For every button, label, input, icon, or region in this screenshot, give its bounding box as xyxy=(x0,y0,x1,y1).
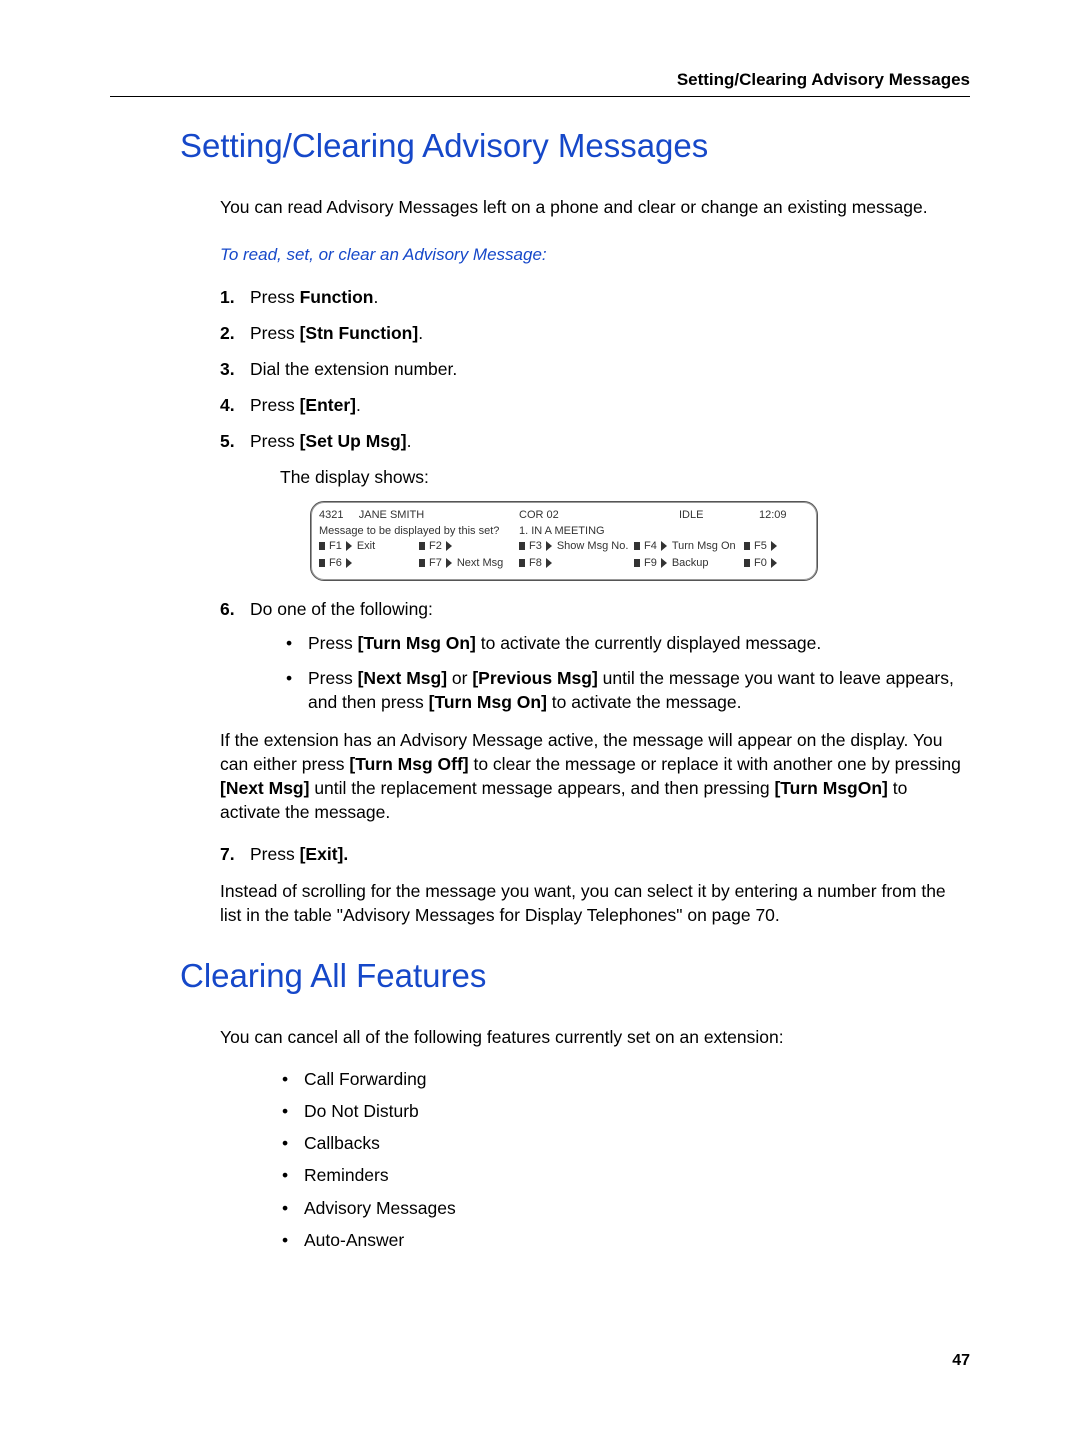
step-text: Press [Set Up Msg]. xyxy=(250,431,411,451)
display-prompt: Message to be displayed by this set? xyxy=(319,524,519,539)
softkey-f2: F2 xyxy=(419,539,457,554)
display-softkeys-row-2: F6 F7Next Msg F8 F9Backup F0 xyxy=(319,556,809,573)
section-heading-2: Clearing All Features xyxy=(180,957,970,995)
softkey-f5: F5 xyxy=(744,539,782,554)
square-icon xyxy=(419,542,425,550)
softkey-f6: F6 xyxy=(319,556,357,571)
square-icon xyxy=(319,559,325,567)
section-heading-1: Setting/Clearing Advisory Messages xyxy=(180,127,970,165)
feature-item: Auto-Answer xyxy=(278,1228,970,1252)
step-7: 7. Press [Exit]. xyxy=(220,842,970,866)
step-2: 2. Press [Stn Function]. xyxy=(220,321,970,345)
display-ext: 4321 xyxy=(319,509,343,521)
square-icon xyxy=(744,542,750,550)
section2-body: You can cancel all of the following feat… xyxy=(220,1025,970,1252)
square-icon xyxy=(634,542,640,550)
procedure-steps: 1. Press Function. 2. Press [Stn Functio… xyxy=(220,285,970,714)
feature-item: Advisory Messages xyxy=(278,1196,970,1220)
triangle-right-icon xyxy=(771,541,777,551)
step-text: Press [Stn Function]. xyxy=(250,323,423,343)
square-icon xyxy=(744,559,750,567)
step-5: 5. Press [Set Up Msg]. The display shows… xyxy=(220,429,970,581)
running-header-title: Setting/Clearing Advisory Messages xyxy=(110,70,970,90)
feature-item: Reminders xyxy=(278,1163,970,1187)
step-6-options: Press [Turn Msg On] to activate the curr… xyxy=(278,631,970,713)
triangle-right-icon xyxy=(661,541,667,551)
section2-intro: You can cancel all of the following feat… xyxy=(220,1025,970,1049)
square-icon xyxy=(519,542,525,550)
display-status: IDLE xyxy=(679,508,759,523)
softkey-f8: F8 xyxy=(519,556,557,571)
procedure-subheading: To read, set, or clear an Advisory Messa… xyxy=(220,243,970,266)
display-time: 12:09 xyxy=(759,508,809,523)
step-number: 6. xyxy=(220,597,235,621)
feature-item: Callbacks xyxy=(278,1131,970,1155)
step-4: 4. Press [Enter]. xyxy=(220,393,970,417)
softkey-f3: F3Show Msg No. xyxy=(519,539,628,554)
display-cor: COR 02 xyxy=(519,508,679,523)
intro-paragraph: You can read Advisory Messages left on a… xyxy=(220,195,970,219)
feature-item: Do Not Disturb xyxy=(278,1099,970,1123)
triangle-right-icon xyxy=(446,541,452,551)
square-icon xyxy=(519,559,525,567)
step-6: 6. Do one of the following: Press [Turn … xyxy=(220,597,970,714)
advisory-active-paragraph: If the extension has an Advisory Message… xyxy=(220,728,970,825)
step-3: 3. Dial the extension number. xyxy=(220,357,970,381)
triangle-right-icon xyxy=(546,558,552,568)
triangle-right-icon xyxy=(771,558,777,568)
closing-paragraph: Instead of scrolling for the message you… xyxy=(220,879,970,927)
phone-display-panel: 4321 JANE SMITH COR 02 IDLE 12:09 Messag… xyxy=(310,501,818,581)
step-number: 7. xyxy=(220,842,235,866)
section1-body: You can read Advisory Messages left on a… xyxy=(220,195,970,927)
square-icon xyxy=(319,542,325,550)
procedure-steps-cont: 7. Press [Exit]. xyxy=(220,842,970,866)
step-number: 3. xyxy=(220,357,235,381)
step-text: Press [Enter]. xyxy=(250,395,361,415)
step-text: Do one of the following: xyxy=(250,599,433,619)
step-text: Dial the extension number. xyxy=(250,359,457,379)
step-number: 5. xyxy=(220,429,235,453)
step-number: 4. xyxy=(220,393,235,417)
softkey-f1: F1Exit xyxy=(319,539,375,554)
page-header: Setting/Clearing Advisory Messages xyxy=(110,70,970,97)
display-row-2: Message to be displayed by this set? 1. … xyxy=(319,524,809,539)
triangle-right-icon xyxy=(446,558,452,568)
page-number: 47 xyxy=(110,1352,970,1370)
option-turn-msg-on: Press [Turn Msg On] to activate the curr… xyxy=(278,631,970,655)
square-icon xyxy=(634,559,640,567)
features-list: Call Forwarding Do Not Disturb Callbacks… xyxy=(278,1067,970,1252)
triangle-right-icon xyxy=(661,558,667,568)
step-text: Press Function. xyxy=(250,287,378,307)
display-softkeys-row-1: F1Exit F2 F3Show Msg No. F4Turn Msg On F xyxy=(319,539,809,556)
softkey-f4: F4Turn Msg On xyxy=(634,539,736,554)
step-1: 1. Press Function. xyxy=(220,285,970,309)
softkey-f0: F0 xyxy=(744,556,782,571)
feature-item: Call Forwarding xyxy=(278,1067,970,1091)
step-number: 2. xyxy=(220,321,235,345)
option-next-prev: Press [Next Msg] or [Previous Msg] until… xyxy=(278,666,970,714)
softkey-f7: F7Next Msg xyxy=(419,556,503,571)
document-page: Setting/Clearing Advisory Messages Setti… xyxy=(0,0,1080,1430)
display-name: JANE SMITH xyxy=(359,509,424,521)
step-text: Press [Exit]. xyxy=(250,844,348,864)
step-number: 1. xyxy=(220,285,235,309)
triangle-right-icon xyxy=(346,541,352,551)
step-5-subtext: The display shows: xyxy=(280,465,970,489)
triangle-right-icon xyxy=(346,558,352,568)
square-icon xyxy=(419,559,425,567)
softkey-f9: F9Backup xyxy=(634,556,709,571)
display-row-1: 4321 JANE SMITH COR 02 IDLE 12:09 xyxy=(319,508,809,523)
triangle-right-icon xyxy=(546,541,552,551)
display-selection: 1. IN A MEETING xyxy=(519,524,679,539)
